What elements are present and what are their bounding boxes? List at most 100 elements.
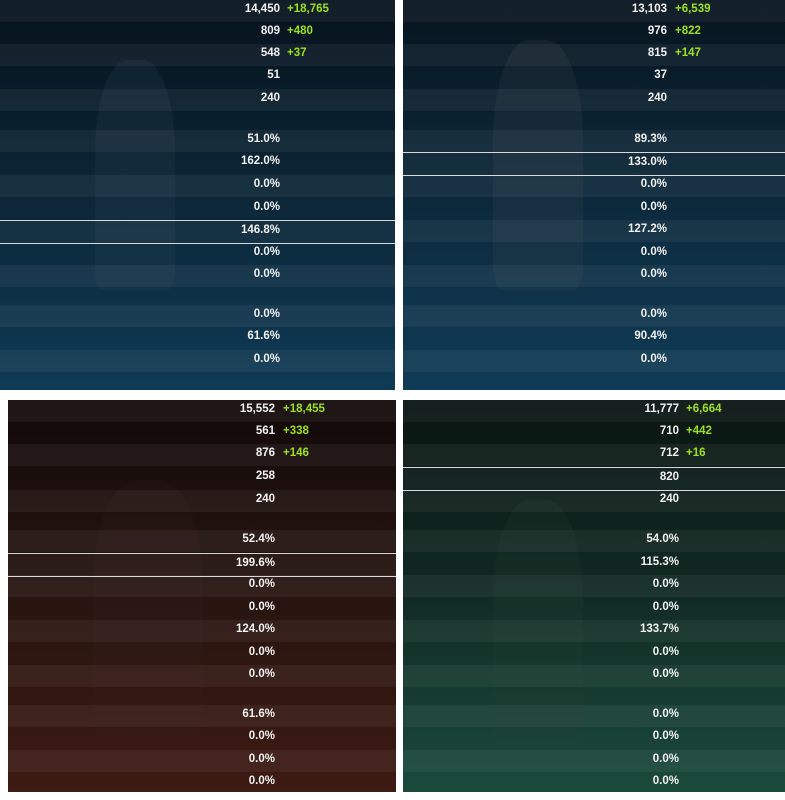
stat-row: 0.0% (403, 198, 785, 220)
stats-panel-bottom-left: 15,552 +18,455 561 +338 876 +146 258 240 52.4% 19… (8, 400, 396, 792)
stat-value: 240 (647, 92, 667, 104)
stat-row: 0.0% (403, 643, 785, 665)
stat-row: 712 +16 (403, 444, 785, 466)
stat-row: 146.8% (0, 220, 395, 244)
stat-row: 0.0% (403, 750, 785, 772)
stat-value: 0.0% (640, 246, 667, 258)
stat-row: 52.4% (8, 530, 396, 552)
stat-value: 0.0% (248, 753, 275, 765)
stat-row: 815 +147 (403, 44, 785, 66)
stat-row: 127.2% (403, 220, 785, 242)
stat-value: 0.0% (253, 308, 280, 320)
stat-row: 0.0% (8, 750, 396, 772)
stat-value: 133.0% (627, 156, 667, 168)
stat-row: 0.0% (8, 598, 396, 620)
stat-value: 258 (255, 470, 275, 482)
stat-bonus: +480 (287, 25, 313, 37)
stat-row: 133.0% (403, 152, 785, 176)
stat-value: 127.2% (627, 223, 667, 235)
stat-value: 0.0% (253, 178, 280, 190)
stat-row: 162.0% (0, 152, 395, 174)
stat-value: 61.6% (242, 708, 275, 720)
stat-row: 54.0% (403, 530, 785, 552)
stat-row: 0.0% (0, 175, 395, 197)
stat-row: 51.0% (0, 130, 395, 152)
stat-bonus: +18,765 (287, 3, 329, 15)
stat-value: 815 (647, 47, 667, 59)
stat-row: 0.0% (0, 265, 395, 287)
stat-value: 240 (659, 493, 679, 505)
stat-bonus: +6,664 (686, 403, 722, 415)
stat-value: 0.0% (248, 668, 275, 680)
stat-row: 0.0% (403, 665, 785, 687)
stat-value: 15,552 (239, 403, 275, 415)
stat-value: 133.7% (639, 623, 679, 635)
stat-value: 51.0% (247, 133, 280, 145)
stat-value: 710 (659, 425, 679, 437)
stat-value: 809 (260, 25, 280, 37)
stat-value: 548 (260, 47, 280, 59)
stat-value: 0.0% (640, 178, 667, 190)
stat-row: 0.0% (8, 575, 396, 597)
stat-row: 61.6% (0, 327, 395, 349)
stat-value: 0.0% (640, 353, 667, 365)
stat-value: 0.0% (248, 775, 275, 787)
stat-value: 0.0% (652, 668, 679, 680)
stats-panel-bottom-right: 11,777 +6,664 710 +442 712 +16 820 240 54.0% 115.… (403, 400, 785, 792)
stat-value: 876 (255, 447, 275, 459)
stat-row: 976 +822 (403, 22, 785, 44)
stat-row: 0.0% (0, 198, 395, 220)
stat-row: 0.0% (403, 598, 785, 620)
stat-row: 0.0% (403, 727, 785, 749)
stat-row: 548 +37 (0, 44, 395, 66)
stat-value: 146.8% (240, 224, 280, 236)
stat-value: 51 (267, 69, 280, 81)
stat-row: 199.6% (8, 553, 396, 577)
stat-bonus: +822 (675, 25, 701, 37)
stat-row: 809 +480 (0, 22, 395, 44)
stat-value: 0.0% (652, 646, 679, 658)
stat-row: 0.0% (403, 350, 785, 372)
stat-value: 0.0% (652, 578, 679, 590)
stat-value: 561 (255, 425, 275, 437)
stat-value: 240 (260, 92, 280, 104)
stat-value: 13,103 (631, 3, 667, 15)
stat-value: 124.0% (235, 623, 275, 635)
stat-value: 162.0% (240, 155, 280, 167)
stats-panel-top-left: 14,450 +18,765 809 +480 548 +37 51 240 51.0% 162.… (0, 0, 395, 390)
stat-row: 240 (403, 89, 785, 111)
stat-bonus: +16 (686, 447, 706, 459)
stat-bonus: +442 (686, 425, 712, 437)
stat-value: 89.3% (634, 133, 667, 145)
stat-row: 0.0% (403, 243, 785, 265)
stat-row: 0.0% (403, 705, 785, 727)
stat-value: 0.0% (652, 753, 679, 765)
stat-row: 240 (8, 490, 396, 512)
stat-value: 0.0% (652, 601, 679, 613)
stat-value: 0.0% (253, 201, 280, 213)
stat-bonus: +147 (675, 47, 701, 59)
stat-row: 0.0% (0, 243, 395, 265)
stat-bonus: +6,539 (675, 3, 711, 15)
stat-row: 37 (403, 66, 785, 88)
stat-value: 0.0% (640, 268, 667, 280)
stat-row: 0.0% (403, 175, 785, 197)
stat-row: 0.0% (8, 772, 396, 792)
stat-value: 0.0% (253, 246, 280, 258)
stat-value: 0.0% (652, 708, 679, 720)
stat-row: 0.0% (8, 727, 396, 749)
stat-row: 61.6% (8, 705, 396, 727)
stat-value: 0.0% (248, 730, 275, 742)
stat-row: 0.0% (403, 265, 785, 287)
stat-row: 89.3% (403, 130, 785, 152)
stat-row: 13,103 +6,539 (403, 0, 785, 22)
stat-value: 0.0% (640, 201, 667, 213)
stat-row: 820 (403, 467, 785, 491)
stat-row: 561 +338 (8, 422, 396, 444)
stat-value: 0.0% (248, 601, 275, 613)
stat-value: 0.0% (253, 268, 280, 280)
stat-value: 712 (659, 447, 679, 459)
stat-value: 0.0% (253, 353, 280, 365)
stat-row: 133.7% (403, 620, 785, 642)
stat-row: 124.0% (8, 620, 396, 642)
